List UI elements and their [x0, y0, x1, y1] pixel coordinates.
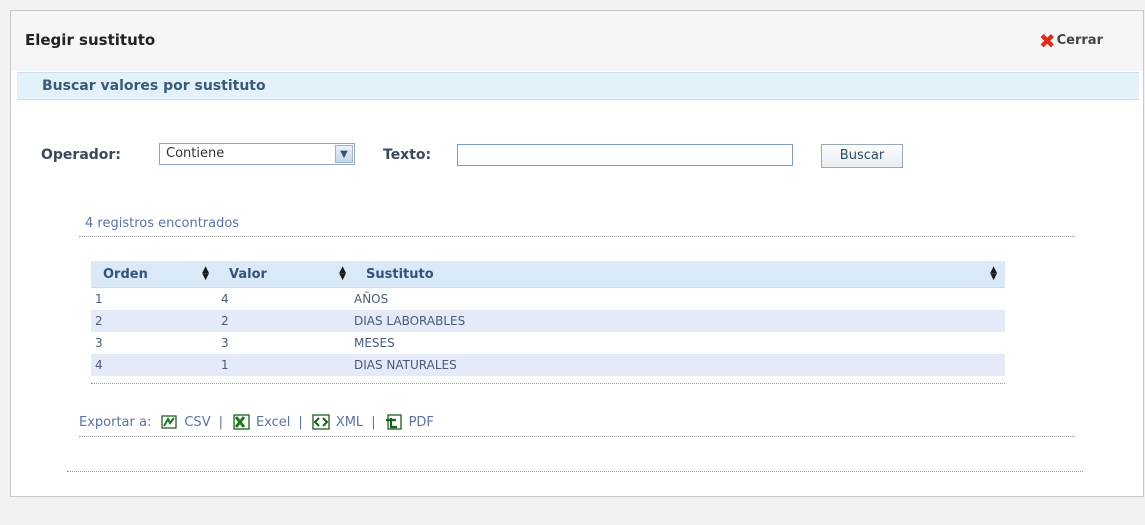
section-title: Buscar valores por sustituto [42, 78, 266, 94]
operator-select[interactable]: Contiene ▼ [159, 143, 355, 165]
results-table: Orden ▲ ▼ Valor ▲ ▼ Sustituto ▲ ▼ 1 4 AÑ… [91, 261, 1005, 376]
cell-orden: 1 [95, 292, 103, 306]
footer-divider [67, 471, 1083, 472]
separator: | [218, 414, 223, 430]
table-row[interactable]: 4 1 DIAS NATURALES [91, 354, 1005, 376]
sort-icon[interactable]: ▲ ▼ [339, 266, 346, 282]
export-divider [79, 436, 1075, 437]
column-header-label: Sustituto [366, 266, 434, 282]
results-count: 4 registros encontrados [85, 216, 240, 231]
close-label: Cerrar [1056, 33, 1103, 48]
table-row[interactable]: 2 2 DIAS LABORABLES [91, 310, 1005, 332]
dialog-title: Elegir sustituto [25, 31, 156, 49]
table-header-row: Orden ▲ ▼ Valor ▲ ▼ Sustituto ▲ ▼ [91, 261, 1005, 288]
csv-icon [161, 415, 178, 429]
close-button[interactable]: ✖ Cerrar [1038, 28, 1103, 53]
column-header-sustituto[interactable]: Sustituto ▲ ▼ [354, 261, 1005, 288]
cell-sustituto[interactable]: DIAS NATURALES [354, 354, 1005, 376]
export-csv-link[interactable]: CSV [159, 414, 211, 430]
operator-label: Operador: [41, 147, 121, 163]
export-bar: Exportar a: CSV | Excel | XML | PDF [79, 414, 434, 430]
export-csv-label: CSV [184, 414, 211, 430]
xml-icon [312, 414, 330, 430]
substitute-dialog: Elegir sustituto ✖ Cerrar Buscar valores… [10, 10, 1144, 497]
export-label: Exportar a: [79, 414, 152, 430]
export-excel-link[interactable]: Excel [231, 414, 290, 430]
cell-valor: 4 [221, 292, 229, 306]
column-header-label: Valor [229, 266, 267, 282]
sort-icon[interactable]: ▲ ▼ [202, 266, 209, 282]
cell-valor: 1 [217, 354, 354, 376]
pdf-icon [385, 414, 402, 430]
dialog-header: Elegir sustituto ✖ Cerrar [11, 11, 1143, 71]
excel-icon [233, 414, 250, 430]
export-pdf-link[interactable]: PDF [384, 414, 434, 430]
column-header-label: Orden [103, 266, 148, 282]
divider [79, 236, 1075, 237]
cell-orden: 4 [91, 354, 217, 376]
text-label: Texto: [383, 147, 432, 163]
cell-sustituto[interactable]: DIAS LABORABLES [354, 310, 1005, 332]
cell-orden: 3 [95, 336, 103, 350]
operator-selected-value: Contiene [166, 146, 225, 161]
cell-sustituto[interactable]: AÑOS [354, 288, 1005, 311]
search-button[interactable]: Buscar [821, 144, 903, 168]
table-row[interactable]: 3 3 MESES [91, 332, 1005, 354]
table-row[interactable]: 1 4 AÑOS [91, 288, 1005, 311]
sort-icon[interactable]: ▲ ▼ [990, 266, 997, 282]
export-xml-label: XML [335, 414, 364, 430]
column-header-valor[interactable]: Valor ▲ ▼ [217, 261, 354, 288]
search-text-input[interactable] [457, 144, 793, 166]
section-header: Buscar valores por sustituto [17, 72, 1139, 100]
export-xml-link[interactable]: XML [311, 414, 363, 430]
export-excel-label: Excel [255, 414, 291, 430]
chevron-down-icon[interactable]: ▼ [335, 145, 353, 163]
cell-orden: 2 [91, 310, 217, 332]
cell-valor: 3 [221, 336, 229, 350]
separator: | [371, 414, 376, 430]
table-bottom-divider [91, 383, 1005, 384]
column-header-orden[interactable]: Orden ▲ ▼ [91, 261, 217, 288]
cell-valor: 2 [217, 310, 354, 332]
close-icon: ✖ [1038, 28, 1056, 53]
separator: | [298, 414, 303, 430]
export-pdf-label: PDF [408, 414, 434, 430]
cell-sustituto[interactable]: MESES [354, 332, 1005, 354]
